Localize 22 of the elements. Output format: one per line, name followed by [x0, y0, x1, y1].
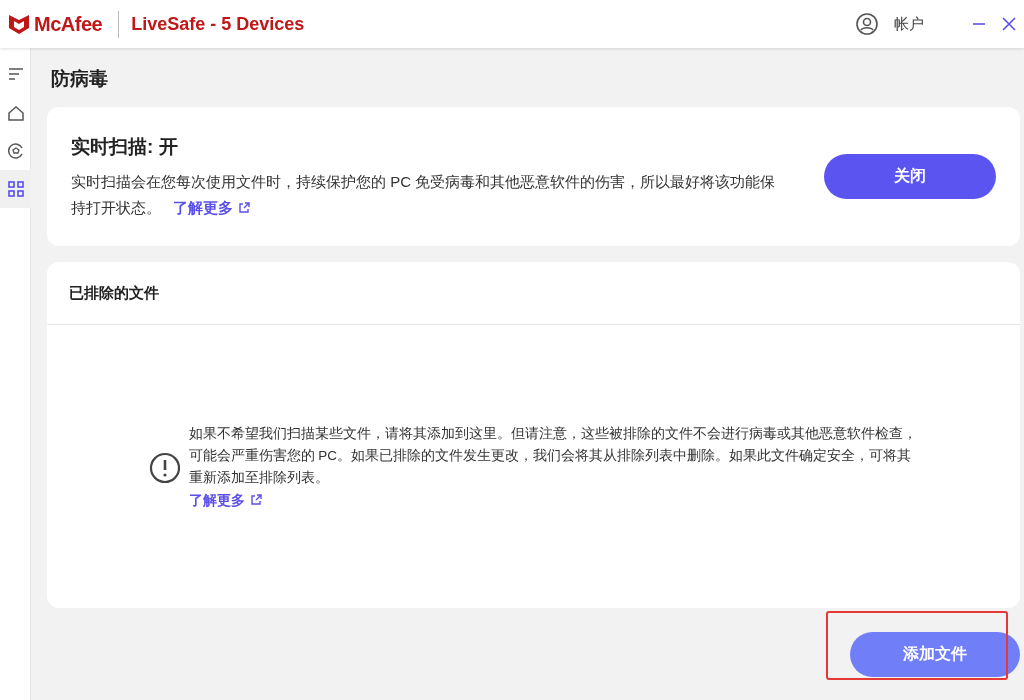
- account-icon[interactable]: [856, 13, 878, 35]
- sidebar-item[interactable]: [0, 170, 31, 208]
- turn-off-button[interactable]: 关闭: [824, 153, 996, 199]
- home-icon: [6, 104, 25, 122]
- add-file-button[interactable]: 添加文件: [850, 631, 1020, 677]
- external-link-icon: [238, 201, 251, 214]
- learn-more-link[interactable]: 了解更多: [173, 198, 251, 216]
- shield-logo-icon: [8, 14, 30, 34]
- page-title: 防病毒: [51, 68, 109, 91]
- product-name: LiveSafe - 5 Devices: [118, 10, 305, 38]
- scan-description: 实时扫描会在您每次使用文件时，持续保护您的 PC 免受病毒和其他恶意软件的伤害，所以最好将该功能保持打开状态。 了解更多: [71, 172, 777, 218]
- close-icon[interactable]: [1002, 17, 1016, 31]
- warning-icon: [148, 451, 181, 484]
- brand-logo: McAfee: [34, 12, 103, 37]
- shield-icon: [6, 142, 25, 160]
- scan-status-title: 实时扫描: 开: [71, 134, 179, 159]
- external-link-icon: [249, 494, 262, 507]
- exclusion-notice: 如果不希望我们扫描某些文件，请将其添加到这里。但请注意，这些被排除的文件不会进行病毒或其他恶意软件检查，可能会严重伤害您的 PC。如果已排除的文件发生更改，我们会将其从排除列表中删除。如果此文件确定安全，可将其重新添加至排除列表。: [188, 425, 918, 487]
- account-label[interactable]: 帐户: [894, 12, 924, 36]
- learn-more-link[interactable]: 了解更多: [188, 493, 262, 509]
- grid-icon: [6, 180, 25, 198]
- card-title: 已排除的文件: [47, 261, 1020, 326]
